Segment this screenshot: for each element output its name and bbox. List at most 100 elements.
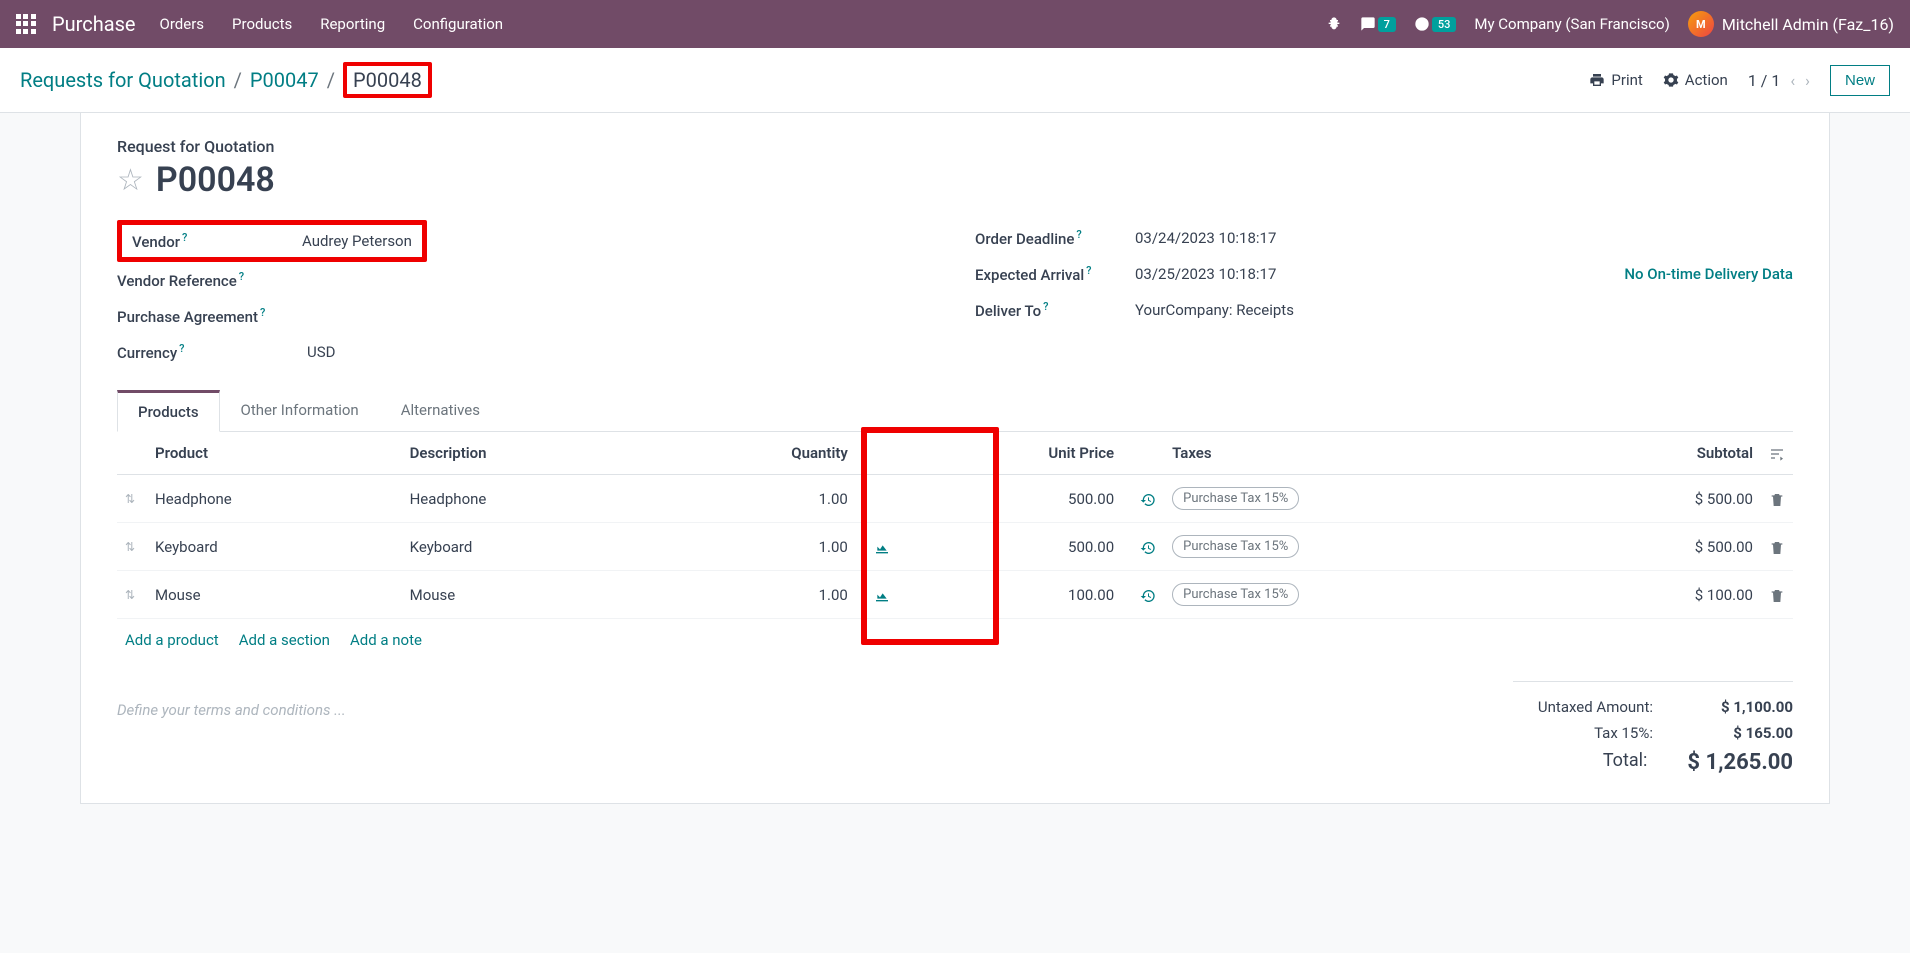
currency-field[interactable]: USD <box>307 343 335 361</box>
user-menu[interactable]: M Mitchell Admin (Faz_16) <box>1688 11 1894 37</box>
drag-handle-icon[interactable]: ⇅ <box>117 571 147 619</box>
delete-row-icon[interactable] <box>1761 571 1793 619</box>
help-icon[interactable]: ? <box>182 231 187 244</box>
main-menu: Orders Products Reporting Configuration <box>160 15 504 33</box>
history-icon[interactable] <box>1140 586 1156 604</box>
table-row[interactable]: ⇅ Mouse Mouse 1.00 100.00 Purchase Tax 1… <box>117 571 1793 619</box>
col-unit-price[interactable]: Unit Price <box>898 432 1122 475</box>
drag-handle-icon[interactable]: ⇅ <box>117 523 147 571</box>
breadcrumb-parent[interactable]: P00047 <box>250 68 319 92</box>
cell-tax[interactable]: Purchase Tax 15% <box>1164 571 1557 619</box>
help-icon[interactable]: ? <box>1086 264 1091 277</box>
cell-price[interactable]: 500.00 <box>898 523 1122 571</box>
order-lines-table: Product Description Quantity Unit Price … <box>117 432 1793 619</box>
untaxed-value: $ 1,100.00 <box>1693 698 1793 716</box>
help-icon[interactable]: ? <box>179 342 184 355</box>
debug-icon[interactable] <box>1326 16 1342 32</box>
drag-handle-icon[interactable]: ⇅ <box>117 475 147 523</box>
print-button[interactable]: Print <box>1589 71 1642 89</box>
add-section-link[interactable]: Add a section <box>239 631 330 649</box>
cell-qty[interactable]: 1.00 <box>657 475 856 523</box>
cell-tax[interactable]: Purchase Tax 15% <box>1164 523 1557 571</box>
add-product-link[interactable]: Add a product <box>125 631 219 649</box>
apps-icon[interactable] <box>16 14 36 34</box>
help-icon[interactable]: ? <box>260 306 265 319</box>
cell-product[interactable]: Headphone <box>147 475 402 523</box>
priority-star-icon[interactable]: ☆ <box>117 163 144 198</box>
action-button[interactable]: Action <box>1663 71 1728 89</box>
top-navbar: Purchase Orders Products Reporting Confi… <box>0 0 1910 48</box>
pager-value[interactable]: 1 / 1 <box>1748 71 1781 90</box>
history-icon[interactable] <box>1140 538 1156 556</box>
new-button[interactable]: New <box>1830 65 1890 96</box>
help-icon[interactable]: ? <box>1043 300 1048 313</box>
messages-icon[interactable]: 7 <box>1360 16 1396 32</box>
record-type-label: Request for Quotation <box>117 137 1793 156</box>
delivery-stat-link[interactable]: No On-time Delivery Data <box>1624 265 1793 283</box>
cell-price[interactable]: 500.00 <box>898 475 1122 523</box>
tabs: Products Other Information Alternatives <box>117 390 1793 432</box>
cell-subtotal: $ 500.00 <box>1557 475 1761 523</box>
arrival-field[interactable]: 03/25/2023 10:18:17 <box>1135 265 1276 283</box>
total-value: $ 1,265.00 <box>1687 750 1793 775</box>
col-quantity[interactable]: Quantity <box>657 432 856 475</box>
help-icon[interactable]: ? <box>1076 228 1081 241</box>
col-description[interactable]: Description <box>402 432 657 475</box>
menu-reporting[interactable]: Reporting <box>320 15 385 33</box>
vendor-highlight: Vendor? Audrey Peterson <box>117 220 427 262</box>
tab-alternatives[interactable]: Alternatives <box>380 390 501 431</box>
vendor-field[interactable]: Audrey Peterson <box>302 232 412 250</box>
print-icon <box>1589 72 1605 88</box>
cell-qty[interactable]: 1.00 <box>657 571 856 619</box>
cell-subtotal: $ 100.00 <box>1557 571 1761 619</box>
control-panel: Requests for Quotation / P00047 / P00048… <box>0 48 1910 113</box>
cell-description[interactable]: Mouse <box>402 571 657 619</box>
history-icon[interactable] <box>1140 490 1156 508</box>
deliver-to-field[interactable]: YourCompany: Receipts <box>1135 301 1294 319</box>
untaxed-label: Untaxed Amount: <box>1538 698 1653 716</box>
tax-label: Tax 15%: <box>1594 724 1653 742</box>
messages-badge: 7 <box>1378 17 1396 32</box>
record-title: P00048 <box>156 160 275 200</box>
cell-qty[interactable]: 1.00 <box>657 523 856 571</box>
breadcrumb-root[interactable]: Requests for Quotation <box>20 68 226 92</box>
pager-next-icon[interactable]: › <box>1805 71 1810 90</box>
form-sheet: Request for Quotation ☆ P00048 Vendor? A… <box>80 113 1830 804</box>
cell-description[interactable]: Headphone <box>402 475 657 523</box>
menu-products[interactable]: Products <box>232 15 292 33</box>
avatar: M <box>1688 11 1714 37</box>
table-row[interactable]: ⇅ Keyboard Keyboard 1.00 500.00 Purchase… <box>117 523 1793 571</box>
col-options-icon[interactable] <box>1761 432 1793 475</box>
app-name[interactable]: Purchase <box>52 12 136 36</box>
pager-prev-icon[interactable]: ‹ <box>1790 71 1795 90</box>
tab-products[interactable]: Products <box>117 390 220 432</box>
help-icon[interactable]: ? <box>239 270 244 283</box>
terms-input[interactable]: Define your terms and conditions ... <box>117 681 1513 779</box>
add-note-link[interactable]: Add a note <box>350 631 422 649</box>
forecast-icon[interactable] <box>874 538 890 556</box>
activities-icon[interactable]: 53 <box>1414 16 1457 32</box>
menu-configuration[interactable]: Configuration <box>413 15 503 33</box>
gear-icon <box>1663 72 1679 88</box>
delete-row-icon[interactable] <box>1761 523 1793 571</box>
cell-product[interactable]: Mouse <box>147 571 402 619</box>
cell-product[interactable]: Keyboard <box>147 523 402 571</box>
delete-row-icon[interactable] <box>1761 475 1793 523</box>
breadcrumb-current: P00048 <box>343 62 432 98</box>
forecast-icon[interactable] <box>874 586 890 604</box>
tab-other-info[interactable]: Other Information <box>220 390 380 431</box>
add-links: Add a product Add a section Add a note <box>117 619 1793 661</box>
cell-price[interactable]: 100.00 <box>898 571 1122 619</box>
menu-orders[interactable]: Orders <box>160 15 205 33</box>
user-name: Mitchell Admin (Faz_16) <box>1722 15 1894 34</box>
cell-description[interactable]: Keyboard <box>402 523 657 571</box>
cell-tax[interactable]: Purchase Tax 15% <box>1164 475 1557 523</box>
pager: 1 / 1 ‹ › <box>1748 71 1810 90</box>
cell-subtotal: $ 500.00 <box>1557 523 1761 571</box>
table-row[interactable]: ⇅ Headphone Headphone 1.00 500.00 Purcha… <box>117 475 1793 523</box>
company-selector[interactable]: My Company (San Francisco) <box>1474 15 1669 33</box>
deadline-field[interactable]: 03/24/2023 10:18:17 <box>1135 229 1276 247</box>
col-subtotal[interactable]: Subtotal <box>1557 432 1761 475</box>
col-taxes[interactable]: Taxes <box>1164 432 1557 475</box>
col-product[interactable]: Product <box>147 432 402 475</box>
